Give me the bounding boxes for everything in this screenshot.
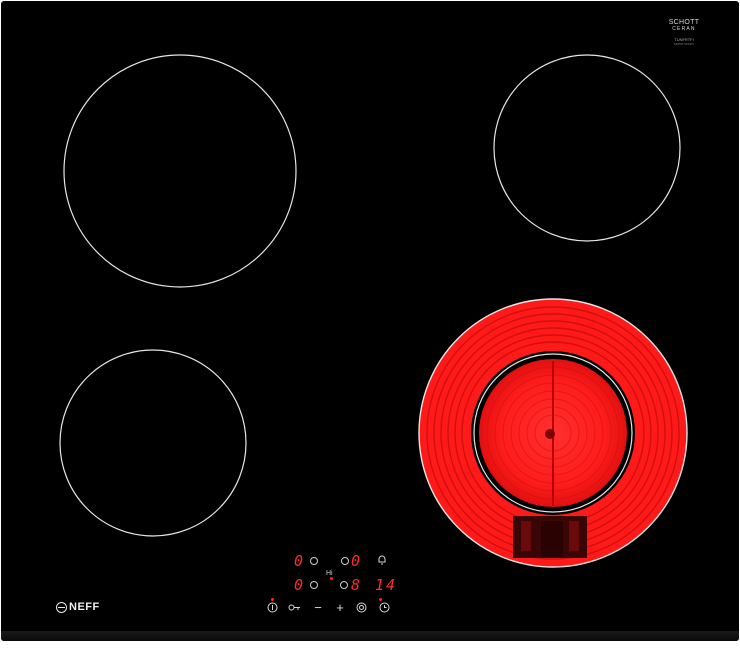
zone-bottom-right-heating [418, 298, 688, 568]
neff-logo-icon [56, 601, 67, 613]
active-indicator-dot [330, 577, 333, 580]
zone-top-right [493, 54, 681, 242]
select-top-right-zone-button[interactable] [341, 557, 349, 565]
key-lock-icon[interactable] [286, 602, 302, 613]
cooking-zones [59, 54, 688, 568]
glass-brand-line1: SCHOTT [668, 19, 700, 26]
power-indicator-dot [271, 598, 274, 601]
display-timer: 14 [375, 576, 398, 594]
display-top-left-zone: 0 [294, 552, 304, 570]
glass-brand-mark: SCHOTT CERAN TUNFRTFI FFPDT FFFDT [659, 19, 709, 46]
bell-icon[interactable] [374, 554, 390, 566]
display-bottom-right-zone: 8 [351, 576, 361, 594]
zone-top-left [63, 54, 297, 288]
power-icon[interactable] [264, 602, 280, 613]
timer-icon[interactable] [376, 602, 392, 613]
zone-select-icon[interactable] [353, 602, 369, 613]
cooktop-surface: SCHOTT CERAN TUNFRTFI FFPDT FFFDT 0 0 Hi… [1, 1, 739, 641]
glass-brand-line2: CERAN [672, 26, 696, 32]
plus-button[interactable]: + [332, 601, 348, 614]
select-top-left-zone-button[interactable] [310, 557, 318, 565]
select-bottom-left-zone-button[interactable] [310, 581, 318, 589]
select-bottom-right-zone-button[interactable] [340, 581, 348, 589]
timer-indicator-dot [379, 598, 382, 601]
glass-brand-line4: FFPDT FFFDT [674, 42, 694, 46]
display-bottom-left-zone: 0 [294, 576, 304, 594]
brand-logo-text: NEFF [69, 601, 100, 613]
boost-label: Hi [326, 570, 333, 577]
brand-logo: NEFF [56, 600, 100, 614]
front-rim [1, 631, 739, 641]
zone-bottom-left [59, 349, 247, 537]
minus-button[interactable]: − [310, 601, 326, 614]
display-top-right-zone: 0 [351, 552, 361, 570]
